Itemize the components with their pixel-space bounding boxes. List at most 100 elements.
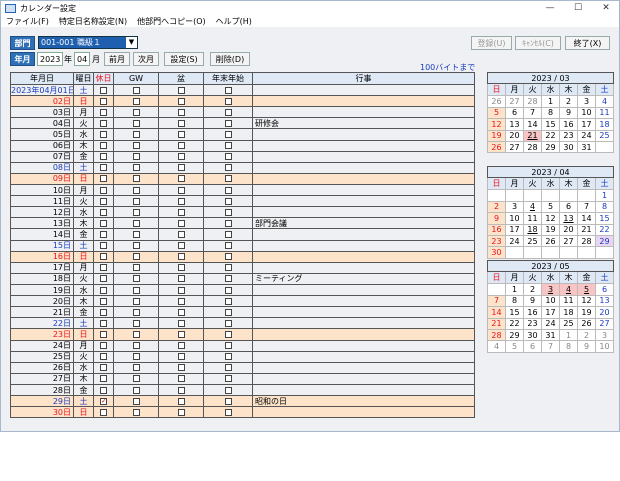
day-cell[interactable]: 26 (487, 95, 506, 108)
day-cell[interactable]: 22 (505, 317, 524, 330)
next-month-button[interactable]: 次月 (133, 52, 159, 66)
holiday-checkbox[interactable] (100, 230, 107, 238)
new-year-checkbox[interactable] (224, 275, 232, 283)
prev-month-button[interactable]: 前月 (104, 52, 130, 66)
new-year-checkbox[interactable] (224, 286, 232, 294)
obon-checkbox[interactable] (177, 219, 185, 227)
day-cell[interactable]: 1 (559, 328, 578, 342)
day-cell[interactable]: 30 (523, 328, 542, 342)
event-cell[interactable] (252, 295, 475, 308)
holiday-checkbox[interactable] (100, 375, 107, 383)
day-cell[interactable]: 7 (487, 294, 506, 308)
obon-checkbox[interactable] (177, 164, 185, 172)
day-cell[interactable]: 25 (523, 234, 542, 248)
new-year-checkbox[interactable] (224, 97, 232, 105)
day-cell[interactable]: 21 (523, 129, 542, 142)
holiday-checkbox[interactable] (100, 197, 107, 205)
new-year-checkbox[interactable] (224, 164, 232, 172)
event-cell[interactable]: ミーティング (252, 272, 475, 285)
day-cell[interactable]: 23 (487, 234, 506, 248)
new-year-checkbox[interactable] (224, 397, 232, 405)
menu-help[interactable]: ヘルプ(H) (211, 15, 257, 27)
new-year-checkbox[interactable] (224, 130, 232, 138)
day-cell[interactable]: 8 (541, 106, 560, 120)
menu-copy-dept[interactable]: 他部門へコピー(O) (132, 15, 211, 27)
day-cell[interactable]: 6 (523, 340, 542, 353)
month-input[interactable]: 04 (74, 52, 90, 66)
new-year-checkbox[interactable] (224, 264, 232, 272)
day-cell[interactable]: 7 (577, 200, 596, 214)
gw-checkbox[interactable] (132, 397, 140, 405)
event-cell[interactable]: 部門会議 (252, 217, 475, 230)
obon-checkbox[interactable] (177, 342, 185, 350)
day-cell[interactable]: 13 (595, 294, 614, 308)
day-cell[interactable]: 16 (559, 118, 578, 131)
event-cell[interactable] (252, 250, 475, 263)
day-cell[interactable]: 26 (577, 317, 596, 330)
day-cell[interactable]: 22 (595, 223, 614, 236)
day-cell[interactable]: 27 (505, 140, 524, 154)
day-cell[interactable]: 29 (541, 140, 560, 154)
day-cell[interactable]: 3 (577, 95, 596, 108)
day-cell[interactable]: 5 (541, 200, 560, 214)
event-cell[interactable] (252, 361, 475, 374)
new-year-checkbox[interactable] (224, 230, 232, 238)
day-cell[interactable]: 4 (595, 95, 614, 108)
new-year-checkbox[interactable] (224, 175, 232, 183)
day-cell[interactable]: 10 (595, 340, 614, 353)
new-year-checkbox[interactable] (224, 142, 232, 150)
obon-checkbox[interactable] (177, 208, 185, 216)
gw-checkbox[interactable] (132, 153, 140, 161)
gw-checkbox[interactable] (132, 275, 140, 283)
new-year-checkbox[interactable] (224, 353, 232, 361)
holiday-checkbox[interactable] (100, 308, 107, 316)
day-cell[interactable]: 4 (523, 200, 542, 214)
holiday-checkbox[interactable] (100, 330, 107, 338)
day-cell[interactable]: 14 (523, 118, 542, 131)
day-cell[interactable]: 24 (577, 129, 596, 142)
day-cell[interactable]: 19 (541, 223, 560, 236)
event-cell[interactable]: 研修会 (252, 117, 475, 130)
day-cell[interactable]: 26 (541, 234, 560, 248)
holiday-checkbox[interactable] (100, 364, 107, 372)
new-year-checkbox[interactable] (224, 186, 232, 194)
holiday-checkbox[interactable] (100, 208, 107, 216)
day-cell[interactable]: 29 (595, 234, 614, 248)
new-year-checkbox[interactable] (224, 242, 232, 250)
obon-checkbox[interactable] (177, 253, 185, 261)
holiday-checkbox[interactable] (100, 164, 107, 172)
gw-checkbox[interactable] (132, 164, 140, 172)
close-icon[interactable]: ✕ (592, 1, 620, 15)
holiday-checkbox[interactable] (100, 219, 107, 227)
gw-checkbox[interactable] (132, 364, 140, 372)
day-cell[interactable]: 11 (559, 294, 578, 308)
holiday-checkbox[interactable] (100, 153, 107, 161)
holiday-checkbox[interactable] (100, 342, 107, 350)
event-cell[interactable] (252, 195, 475, 208)
day-cell[interactable]: 26 (487, 140, 506, 154)
obon-checkbox[interactable] (177, 130, 185, 138)
obon-checkbox[interactable] (177, 186, 185, 194)
day-cell[interactable]: 12 (487, 118, 506, 131)
dept-select[interactable]: 001-001 職級１ ▼ (38, 36, 138, 49)
new-year-checkbox[interactable] (224, 253, 232, 261)
minimize-icon[interactable]: — (536, 1, 564, 15)
day-cell[interactable]: 27 (559, 234, 578, 248)
obon-checkbox[interactable] (177, 364, 185, 372)
event-cell[interactable] (252, 350, 475, 363)
holiday-checkbox[interactable] (100, 186, 107, 194)
day-cell[interactable]: 3 (505, 200, 524, 214)
gw-checkbox[interactable] (132, 208, 140, 216)
day-cell[interactable]: 2 (523, 283, 542, 296)
gw-checkbox[interactable] (132, 175, 140, 183)
gw-checkbox[interactable] (132, 286, 140, 294)
new-year-checkbox[interactable] (224, 342, 232, 350)
day-cell[interactable]: 9 (523, 294, 542, 308)
day-cell[interactable]: 21 (577, 223, 596, 236)
holiday-checkbox[interactable] (100, 386, 107, 394)
gw-checkbox[interactable] (132, 319, 140, 327)
day-cell[interactable]: 31 (541, 328, 560, 342)
day-cell[interactable]: 18 (523, 223, 542, 236)
gw-checkbox[interactable] (132, 186, 140, 194)
holiday-checkbox[interactable] (100, 130, 107, 138)
